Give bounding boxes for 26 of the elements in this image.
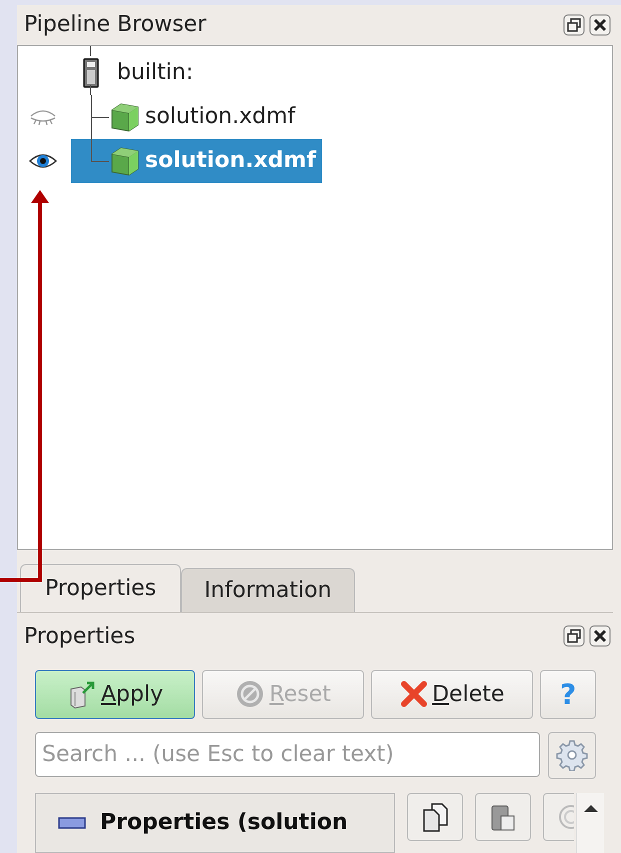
float-icon[interactable] <box>563 14 585 36</box>
apply-button[interactable]: Apply <box>35 670 196 719</box>
gear-icon <box>556 739 588 772</box>
scrollbar[interactable] <box>576 792 604 853</box>
tree-item[interactable]: solution.xdmf <box>71 94 302 139</box>
tree-item[interactable]: solution.xdmf <box>71 138 322 183</box>
panel-title: Pipeline Browser <box>24 12 208 38</box>
close-icon[interactable] <box>589 625 611 648</box>
collapse-icon <box>58 816 86 829</box>
search-field[interactable]: Search ... (use Esc to clear text) <box>35 732 540 777</box>
tab[interactable]: Properties <box>20 564 182 612</box>
panel-title: Properties <box>24 624 136 649</box>
cube-icon <box>109 144 141 177</box>
section-header[interactable]: Properties (solution <box>35 792 395 853</box>
reset-icon <box>235 679 266 710</box>
float-icon[interactable] <box>563 625 585 648</box>
delete-icon <box>400 680 428 708</box>
paste-button[interactable] <box>475 792 531 841</box>
server-icon <box>81 58 101 88</box>
cube-icon <box>109 100 141 133</box>
copy-icon <box>421 802 449 832</box>
scroll-up-icon[interactable] <box>582 802 598 813</box>
tab[interactable]: Information <box>181 568 355 612</box>
close-icon[interactable] <box>589 14 611 36</box>
copy-button[interactable] <box>407 792 463 841</box>
delete-button[interactable]: Delete <box>371 670 534 719</box>
